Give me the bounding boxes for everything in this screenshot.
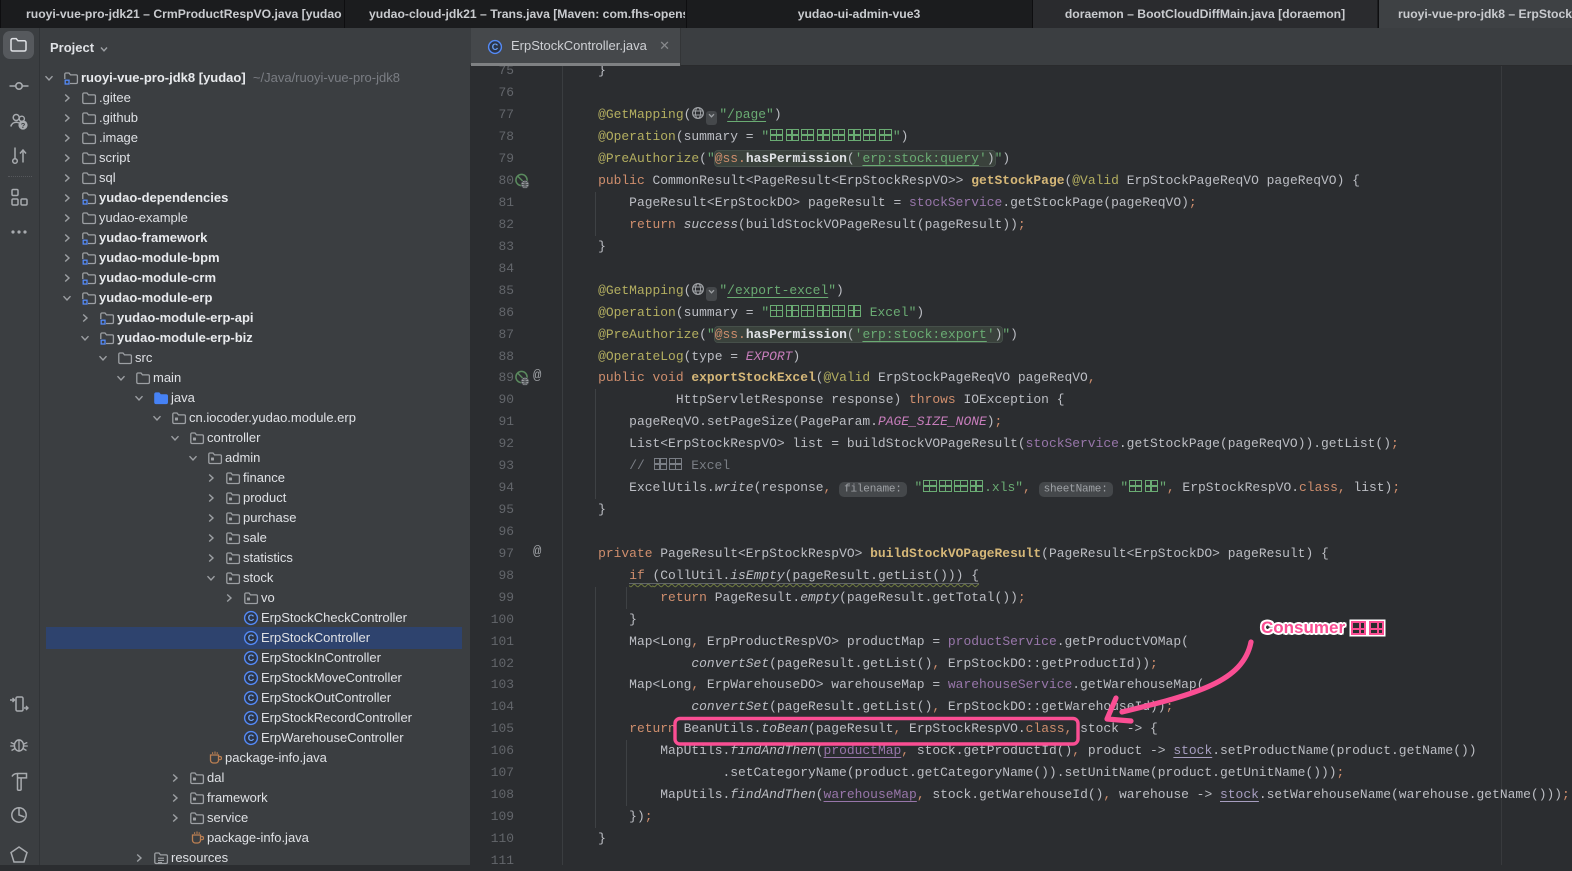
- svg-text:?: ?: [21, 121, 26, 130]
- svg-text:C: C: [248, 673, 255, 683]
- svg-text:C: C: [248, 653, 255, 663]
- svg-text:C: C: [248, 613, 255, 623]
- svg-text:C: C: [492, 42, 499, 52]
- svg-text:C: C: [248, 733, 255, 743]
- svg-text:C: C: [248, 713, 255, 723]
- svg-text:C: C: [248, 633, 255, 643]
- svg-text:C: C: [248, 693, 255, 703]
